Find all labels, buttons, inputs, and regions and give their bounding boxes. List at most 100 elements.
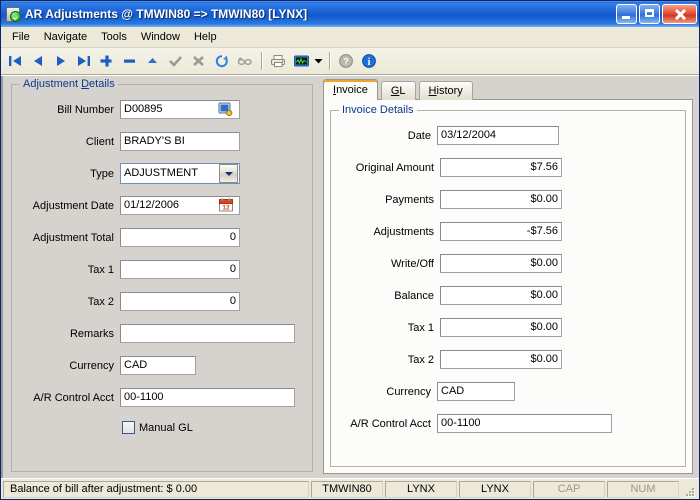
field-row-adjustment-date: Adjustment Date 01/12/2006 12 [13,196,313,215]
client-input[interactable]: BRADY'S BI [120,132,240,151]
manual-gl-checkbox-row[interactable]: Manual GL [122,421,193,434]
write-off-label: Write/Off [332,258,440,270]
add-record-icon[interactable] [96,50,118,72]
svg-text:12: 12 [222,205,230,212]
write-off-input[interactable]: $0.00 [440,254,562,273]
currency-label: Currency [13,360,120,372]
invoice-tax1-label: Tax 1 [332,322,440,334]
menu-tools[interactable]: Tools [94,29,134,45]
toolbar-separator-2 [329,52,330,70]
window-title: AR Adjustments @ TMWIN80 => TMWIN80 [LYN… [25,7,616,21]
adjustment-date-label: Adjustment Date [13,200,120,212]
field-row-invoice-tax2: Tax 2 $0.00 [332,350,672,369]
status-server: TMWIN80 [311,481,383,498]
up-arrow-icon[interactable] [142,50,164,72]
remarks-input[interactable] [120,324,295,343]
invoice-ar-control-acct-input[interactable]: 00-1100 [437,414,612,433]
window-controls [616,4,697,24]
previous-record-icon[interactable] [27,50,49,72]
adjustment-total-label: Adjustment Total [13,232,120,244]
adjustment-details-group-title: Adjustment Details [20,78,118,90]
tax2-label: Tax 2 [13,296,120,308]
original-amount-input[interactable]: $7.56 [440,158,562,177]
next-record-icon[interactable] [50,50,72,72]
field-row-original-amount: Original Amount $7.56 [332,158,672,177]
field-row-balance: Balance $0.00 [332,286,672,305]
field-row-bill-number: Bill Number D00895 [13,100,313,119]
field-row-write-off: Write/Off $0.00 [332,254,672,273]
menu-navigate[interactable]: Navigate [37,29,94,45]
invoice-ar-control-acct-label: A/R Control Acct [332,418,437,430]
tab-gl[interactable]: GL [381,81,416,100]
invoice-tax2-input[interactable]: $0.00 [440,350,562,369]
currency-input[interactable]: CAD [120,356,196,375]
toolbar: ? i [1,48,699,75]
print-icon[interactable] [267,50,289,72]
status-message: Balance of bill after adjustment: $ 0.00 [3,481,309,498]
tab-strip: Invoice GL History [323,80,476,100]
cancel-x-icon[interactable] [188,50,210,72]
balance-label: Balance [332,290,440,302]
adjustment-total-input[interactable]: 0 [120,228,240,247]
invoice-tax1-input[interactable]: $0.00 [440,318,562,337]
status-caps-lock: CAP [533,481,605,498]
document-check-icon [5,6,21,22]
adjustments-label: Adjustments [332,226,440,238]
type-select[interactable]: ADJUSTMENT [120,163,240,184]
menu-file[interactable]: File [5,29,37,45]
status-user: LYNX [385,481,457,498]
invoice-tax2-label: Tax 2 [332,354,440,366]
original-amount-label: Original Amount [332,162,440,174]
view-glasses-icon[interactable] [234,50,256,72]
balance-input[interactable]: $0.00 [440,286,562,305]
refresh-icon[interactable] [211,50,233,72]
svg-text:i: i [368,57,371,68]
application-window: AR Adjustments @ TMWIN80 => TMWIN80 [LYN… [0,0,700,500]
invoice-date-label: Date [332,130,437,142]
field-row-adjustment-total: Adjustment Total 0 [13,228,313,247]
close-button[interactable] [662,4,697,24]
dropdown-arrow-icon[interactable] [313,50,324,72]
invoice-tab-panel: Invoice Details Date 03/12/2004 Original… [323,99,693,474]
ar-control-acct-input[interactable]: 00-1100 [120,388,295,407]
type-label: Type [13,168,120,180]
menu-window[interactable]: Window [134,29,187,45]
invoice-date-input[interactable]: 03/12/2004 [437,126,559,145]
field-row-invoice-currency: Currency CAD [332,382,672,401]
invoice-currency-label: Currency [332,386,437,398]
help-question-icon[interactable]: ? [335,50,357,72]
maximize-button[interactable] [639,4,660,24]
payments-input[interactable]: $0.00 [440,190,562,209]
field-row-tax2: Tax 2 0 [13,292,313,311]
tax2-input[interactable]: 0 [120,292,240,311]
first-record-icon[interactable] [4,50,26,72]
adjustment-details-pane: Adjustment Details Bill Number D00895 Cl… [1,76,319,478]
menu-bar: File Navigate Tools Window Help [1,27,699,48]
field-row-type: Type ADJUSTMENT [13,163,313,184]
tab-invoice[interactable]: Invoice [323,79,378,100]
field-row-client: Client BRADY'S BI [13,132,313,151]
tax1-input[interactable]: 0 [120,260,240,279]
confirm-check-icon[interactable] [165,50,187,72]
delete-record-icon[interactable] [119,50,141,72]
minimize-button[interactable] [616,4,637,24]
adjustments-input[interactable]: -$7.56 [440,222,562,241]
info-icon[interactable]: i [358,50,380,72]
client-label: Client [13,136,120,148]
payments-label: Payments [332,194,440,206]
status-company: LYNX [459,481,531,498]
ar-control-acct-label: A/R Control Acct [13,392,120,404]
manual-gl-label: Manual GL [139,422,193,434]
chevron-down-icon[interactable] [219,164,238,183]
bill-number-lookup-icon[interactable] [218,102,234,117]
field-row-currency: Currency CAD [13,356,313,375]
resize-grip[interactable] [683,485,697,499]
preview-monitor-icon[interactable] [290,50,312,72]
last-record-icon[interactable] [73,50,95,72]
calendar-icon[interactable]: 12 [219,198,235,213]
invoice-currency-input[interactable]: CAD [437,382,515,401]
menu-help[interactable]: Help [187,29,224,45]
field-row-ar-control-acct: A/R Control Acct 00-1100 [13,388,313,407]
tab-history[interactable]: History [419,81,473,100]
manual-gl-checkbox[interactable] [122,421,135,434]
